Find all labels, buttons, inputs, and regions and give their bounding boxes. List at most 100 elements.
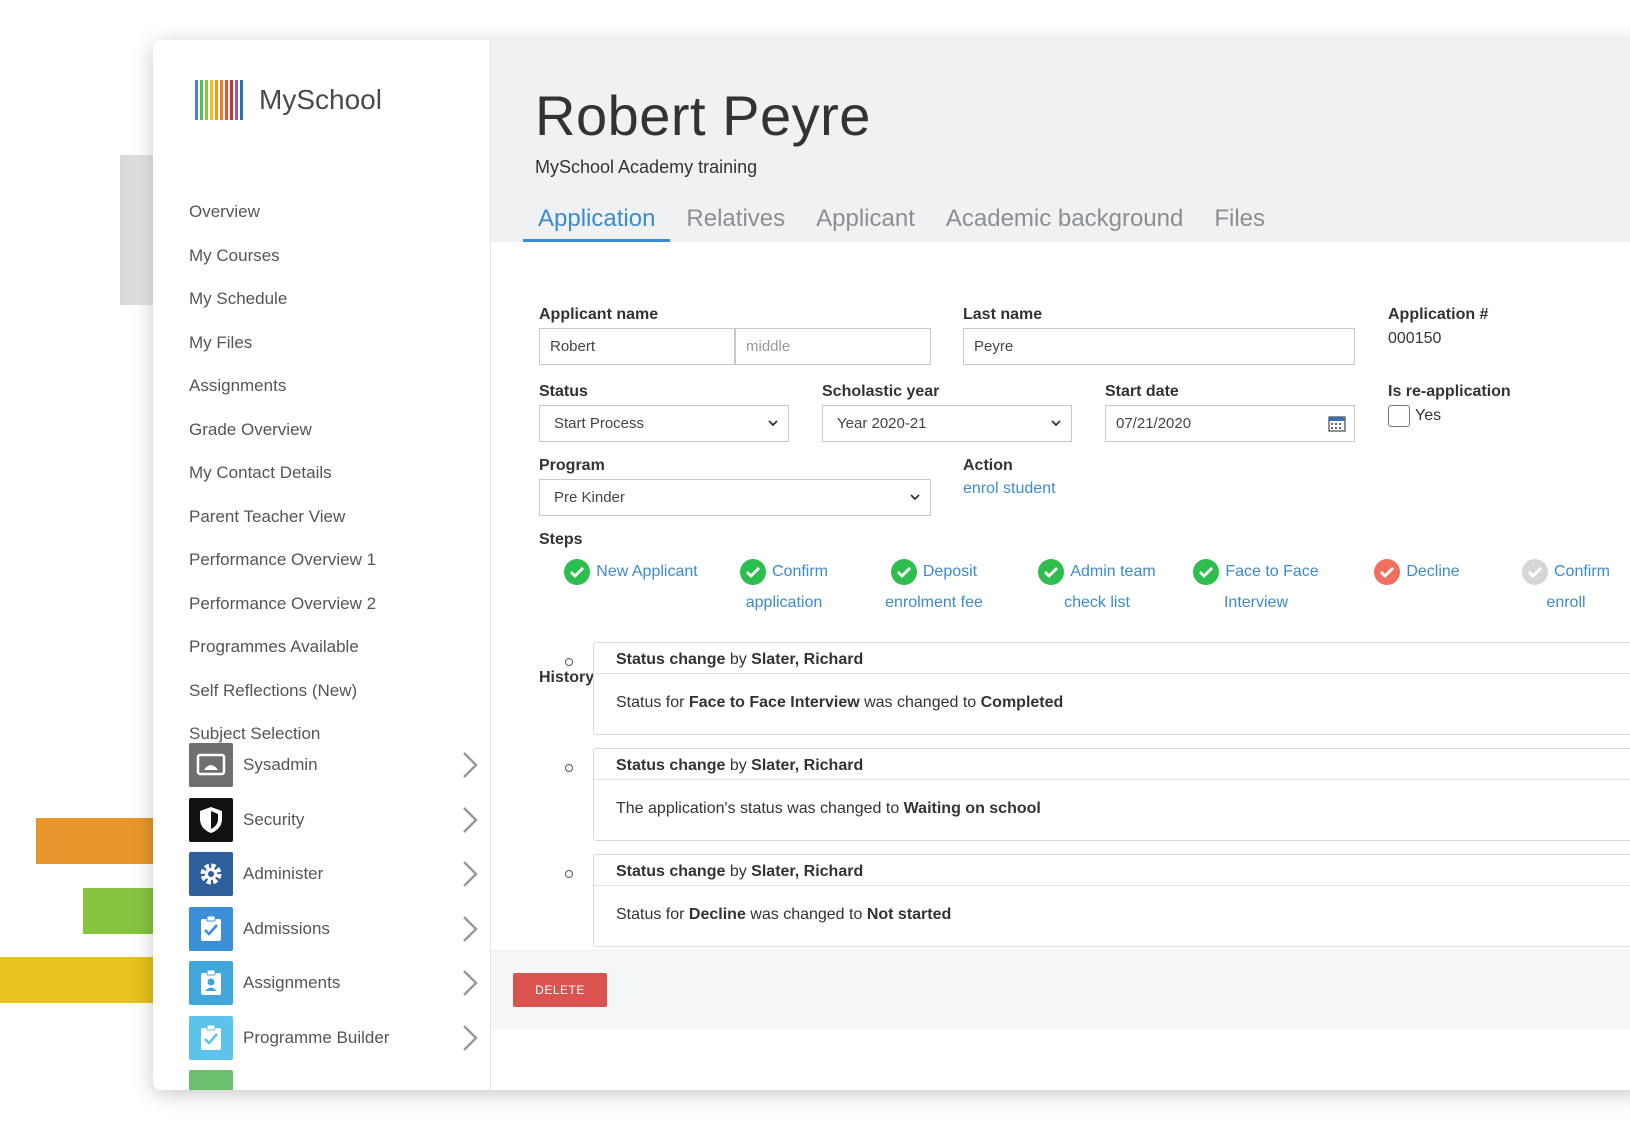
step-decline[interactable]: Decline	[1367, 556, 1467, 587]
module-administer[interactable]: Administer	[189, 847, 489, 902]
last-name-field[interactable]: Peyre	[963, 328, 1355, 365]
status-select[interactable]: Start Process	[539, 405, 789, 442]
chevron-right-icon[interactable]	[459, 1023, 481, 1053]
program-label: Program	[539, 457, 605, 474]
module-label: Administer	[243, 864, 324, 884]
module-admissions[interactable]: Admissions	[189, 902, 489, 957]
tab-files[interactable]: Files	[1199, 200, 1280, 242]
history-card-body: Status for Decline was changed to Not st…	[616, 906, 952, 923]
step-label: Confirm	[1553, 563, 1610, 580]
chevron-down-icon	[1051, 420, 1061, 427]
sidebar-item-my-contact-details[interactable]: My Contact Details	[189, 451, 376, 495]
status-label: Status	[539, 383, 588, 400]
chevron-right-icon[interactable]	[459, 859, 481, 889]
first-name-field[interactable]: Robert	[539, 328, 735, 365]
step-label: Admin team	[1070, 563, 1156, 580]
check-circle-icon	[739, 558, 766, 585]
sidebar-item-performance-overview-1[interactable]: Performance Overview 1	[189, 538, 376, 582]
step-new-applicant[interactable]: New Applicant	[561, 556, 701, 587]
tab-applicant[interactable]: Applicant	[801, 200, 930, 242]
shield-icon	[189, 797, 233, 842]
decorative-stripe-yellow	[0, 957, 170, 1003]
step-label: Face to Face	[1225, 563, 1319, 580]
delete-button[interactable]: DELETE	[513, 973, 607, 1007]
chevron-right-icon[interactable]	[459, 914, 481, 944]
module-label: Programme Builder	[243, 1027, 390, 1047]
sidebar-item-my-files[interactable]: My Files	[189, 321, 376, 365]
decorative-stripe-orange	[36, 818, 166, 864]
program-select-value: Pre Kinder	[554, 489, 625, 506]
scholastic-year-label: Scholastic year	[822, 383, 940, 400]
history-card: Status change by Slater, Richard Status …	[593, 642, 1630, 735]
step-admin-team-check-list[interactable]: Admin team check list	[1034, 556, 1160, 618]
sidebar-item-my-courses[interactable]: My Courses	[189, 234, 376, 278]
middle-name-field[interactable]: middle	[735, 328, 931, 365]
chevron-right-icon[interactable]	[459, 750, 481, 780]
logo[interactable]: MySchool	[195, 80, 382, 120]
scholastic-year-select[interactable]: Year 2020-21	[822, 405, 1072, 442]
tab-application[interactable]: Application	[523, 200, 671, 242]
bullet-icon	[565, 658, 573, 666]
sidebar-item-parent-teacher-view[interactable]: Parent Teacher View	[189, 495, 376, 539]
module-label: Admissions	[243, 918, 330, 938]
sidebar-item-self-reflections[interactable]: Self Reflections (New)	[189, 669, 376, 713]
tab-relatives[interactable]: Relatives	[671, 200, 800, 242]
chevron-right-icon[interactable]	[459, 805, 481, 835]
calendar-icon[interactable]	[1328, 415, 1346, 432]
bullet-icon	[565, 764, 573, 772]
sidebar-item-my-schedule[interactable]: My Schedule	[189, 277, 376, 321]
module-assignments[interactable]: Assignments	[189, 956, 489, 1011]
chevron-down-icon	[910, 494, 920, 501]
chevron-down-icon	[768, 420, 778, 427]
step-face-to-face-interview[interactable]: Face to Face Interview	[1193, 556, 1319, 618]
form-footer: DELETE	[491, 950, 1630, 1030]
module-security[interactable]: Security	[189, 793, 489, 848]
main-content: Robert Peyre MySchool Academy training A…	[491, 40, 1630, 1090]
module-programme-builder[interactable]: Programme Builder	[189, 1011, 489, 1066]
start-date-field[interactable]: 07/21/2020	[1105, 405, 1355, 442]
module-partial[interactable]	[189, 1065, 489, 1090]
step-label: Deposit	[922, 563, 978, 580]
history-card: Status change by Slater, Richard Status …	[593, 854, 1630, 947]
history-card-body: Status for Face to Face Interview was ch…	[616, 694, 1064, 711]
history-list: Status change by Slater, Richard Status …	[551, 642, 1630, 972]
sidebar-item-assignments[interactable]: Assignments	[189, 364, 376, 408]
sidebar-item-programmes-available[interactable]: Programmes Available	[189, 625, 376, 669]
reapplication-checkbox[interactable]	[1388, 405, 1410, 427]
bullet-icon	[565, 870, 573, 878]
step-confirm-enroll[interactable]: Confirm enroll	[1511, 556, 1621, 618]
start-date-label: Start date	[1105, 383, 1179, 400]
step-confirm-application[interactable]: Confirm application	[734, 556, 834, 618]
program-select[interactable]: Pre Kinder	[539, 479, 931, 516]
module-label: Security	[243, 809, 305, 829]
step-label-line2: enroll	[1546, 594, 1586, 611]
check-circle-icon	[1521, 558, 1548, 585]
page-title: Robert Peyre	[535, 84, 871, 147]
gear-icon	[189, 852, 233, 897]
sidebar-item-overview[interactable]: Overview	[189, 190, 376, 234]
step-label: Decline	[1406, 563, 1460, 580]
check-circle-icon	[890, 558, 917, 585]
check-circle-icon	[1038, 558, 1065, 585]
monitor-icon	[189, 743, 233, 788]
step-label: New Applicant	[596, 563, 698, 580]
sidebar-item-performance-overview-2[interactable]: Performance Overview 2	[189, 582, 376, 626]
start-date-value: 07/21/2020	[1116, 415, 1192, 432]
sidebar-item-grade-overview[interactable]: Grade Overview	[189, 408, 376, 452]
tab-bar: Application Relatives Applicant Academic…	[523, 200, 1281, 242]
enrol-student-link[interactable]: enrol student	[963, 480, 1056, 498]
step-deposit-enrolment-fee[interactable]: Deposit enrolment fee	[879, 556, 989, 618]
module-sysadmin[interactable]: Sysadmin	[189, 738, 489, 793]
history-card-header: Status change by Slater, Richard	[594, 749, 1630, 780]
page-subtitle: MySchool Academy training	[535, 157, 758, 177]
tab-academic-background[interactable]: Academic background	[931, 200, 1198, 242]
reapplication-option-label: Yes	[1415, 407, 1442, 424]
status-select-value: Start Process	[554, 415, 645, 432]
history-card-body: The application's status was changed to …	[616, 800, 1041, 817]
scholastic-year-select-value: Year 2020-21	[837, 415, 927, 432]
history-card-header: Status change by Slater, Richard	[594, 855, 1630, 886]
chevron-right-icon[interactable]	[459, 968, 481, 998]
sidebar-modules: Sysadmin Security Administer Admissions …	[189, 738, 489, 1090]
last-name-label: Last name	[963, 306, 1043, 323]
logo-text: MySchool	[259, 84, 382, 115]
